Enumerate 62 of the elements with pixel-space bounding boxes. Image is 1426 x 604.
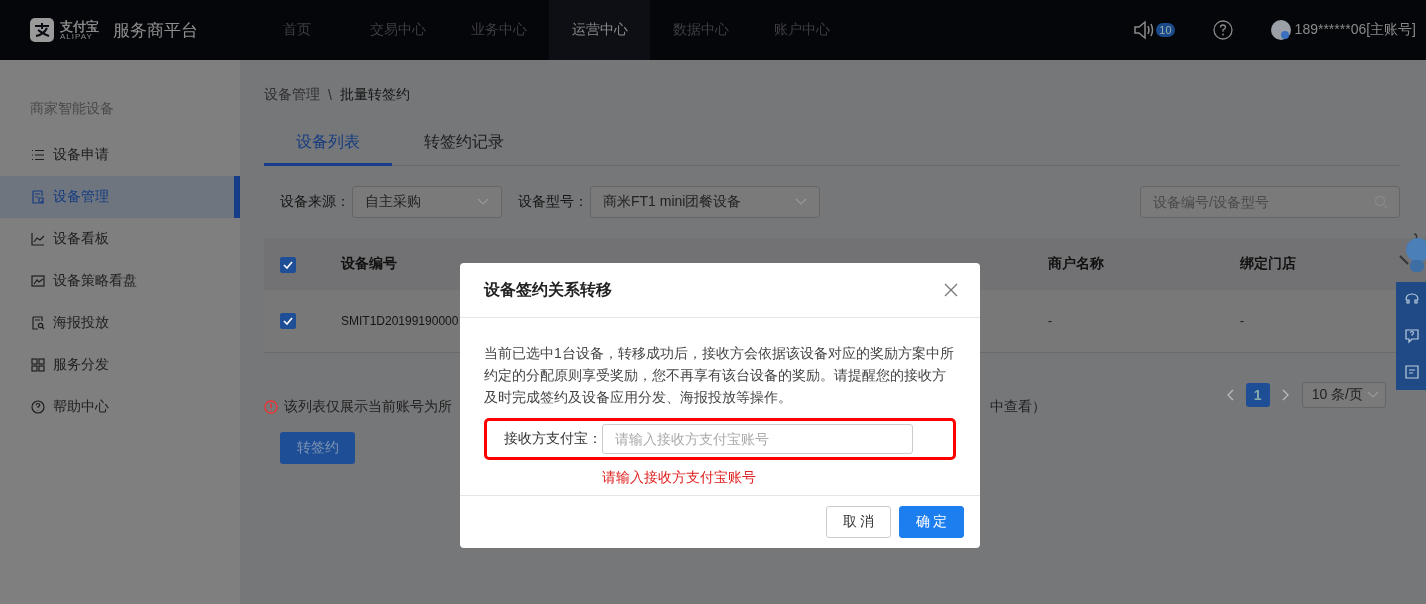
column-header: 设备编号 (341, 255, 397, 271)
table-cell: SMIT1D20199190000 (341, 314, 459, 328)
checkbox[interactable] (280, 256, 296, 273)
nav-tab[interactable]: 运营中心 (549, 0, 650, 60)
close-icon[interactable] (944, 283, 958, 297)
filter-select[interactable]: 商米FT1 mini团餐设备 (590, 186, 820, 218)
cancel-button[interactable]: 取 消 (826, 506, 891, 538)
error-message: 请输入接收方支付宝账号 (602, 469, 757, 487)
logo-subtext: ALIPAY (60, 32, 93, 41)
sidebar-item[interactable]: 帮助中心 (0, 386, 240, 428)
confirm-button[interactable]: 确 定 (899, 506, 964, 538)
filter-label: 设备来源： (280, 193, 350, 211)
table-cell: - (1048, 314, 1052, 328)
tab[interactable]: 设备列表 (264, 132, 392, 166)
account-input-field[interactable]: 请输入接收方支付宝账号 (602, 424, 913, 454)
speaker-icon[interactable] (1133, 20, 1156, 40)
help-icon (31, 400, 45, 414)
transfer-button[interactable]: 转签约 (280, 432, 355, 464)
chevron-down-icon (477, 198, 489, 206)
sidebar-item[interactable]: 服务分发 (0, 344, 240, 386)
document-icon (31, 190, 45, 204)
field-label: 接收方支付宝： (504, 430, 602, 448)
account-name[interactable]: 189******06[主账号] (1294, 21, 1416, 39)
page-number[interactable]: 1 (1245, 382, 1270, 407)
filter-select[interactable]: 自主采购 (352, 186, 502, 218)
warning-icon (264, 400, 278, 414)
chevron-down-icon (795, 198, 807, 206)
alipay-logo-icon (30, 18, 54, 42)
breadcrumb-separator: \ (328, 87, 332, 103)
sidebar-item[interactable]: 设备策略看盘 (0, 260, 240, 302)
sidebar-item[interactable]: 设备管理 (0, 176, 240, 218)
checkmark-icon (283, 260, 293, 269)
sidebar-item[interactable]: 海报投放 (0, 302, 240, 344)
logo-text: 支付宝 (60, 19, 99, 33)
platform-title: 服务商平台 (113, 19, 198, 42)
list-icon (31, 148, 45, 162)
sidebar-item[interactable]: 设备看板 (0, 218, 240, 260)
dialog-title: 设备签约关系转移 (484, 279, 612, 300)
checkmark-icon (283, 317, 293, 325)
notice-text: 该列表仅展示当前账号为所 (284, 398, 452, 416)
document-search-icon (31, 316, 45, 330)
sidebar-item[interactable]: 设备申请 (0, 134, 240, 176)
checkbox[interactable] (280, 313, 296, 329)
area-chart-icon (31, 274, 45, 288)
line-chart-icon (31, 232, 45, 246)
notification-badge: 10 (1156, 23, 1175, 37)
page-size-select[interactable]: 10 条/页 (1301, 381, 1386, 408)
breadcrumb-item[interactable]: 设备管理 (264, 86, 320, 104)
tab[interactable]: 转签约记录 (392, 132, 536, 165)
help-icon[interactable] (1212, 20, 1233, 40)
filter-label: 设备型号： (518, 193, 588, 211)
chevron-down-icon (1367, 390, 1379, 399)
column-header: 商户名称 (1048, 255, 1104, 271)
table-cell: - (1240, 314, 1244, 328)
breadcrumb-item[interactable]: 批量转签约 (339, 86, 410, 104)
edit-document-icon[interactable] (1404, 364, 1420, 380)
column-header: 绑定门店 (1240, 255, 1296, 271)
grid-icon (31, 358, 45, 372)
question-bubble-icon[interactable] (1404, 328, 1420, 344)
avatar[interactable] (1270, 20, 1291, 40)
notice-text: 中查看） (990, 398, 1046, 416)
dialog-message: 当前已选中1台设备，转移成功后，接收方会依据该设备对应的奖励方案中所约定的分配原则享受奖励，您不再享有该台设备的奖励。请提醒您的接收方及时完成签约及设备应用分发、海报投放等操作。 (484, 344, 955, 407)
